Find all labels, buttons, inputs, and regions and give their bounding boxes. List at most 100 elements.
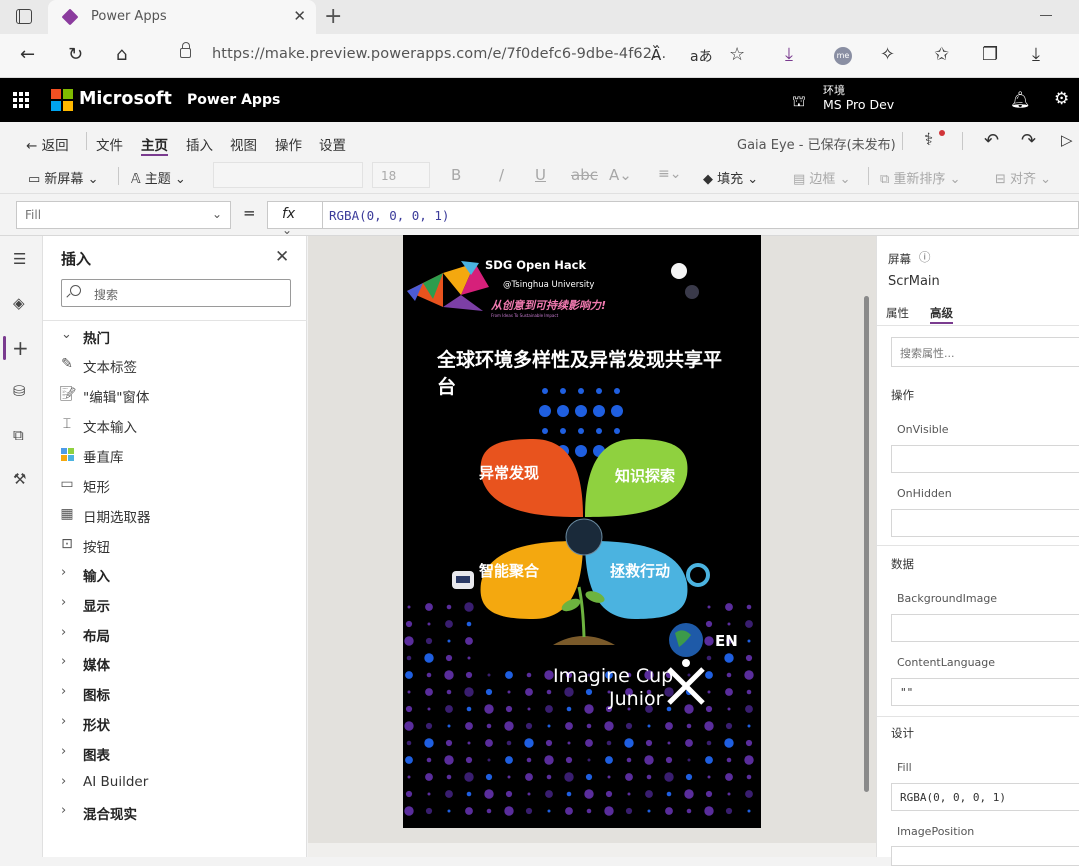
tab-properties[interactable]: 属性 — [886, 305, 909, 321]
download-app-icon[interactable]: ⤓ — [785, 44, 793, 65]
app-checker-icon[interactable]: ⚕︎ — [924, 130, 933, 150]
read-aloud-icon[interactable]: A᷈ — [651, 46, 661, 64]
notifications-icon[interactable]: 🔔︎ — [1010, 90, 1030, 109]
underline-button[interactable]: U — [535, 166, 546, 184]
preview-play-icon[interactable]: ▷ — [1061, 131, 1073, 149]
border-button[interactable]: ▤ 边框 ⌄ — [793, 168, 850, 187]
insert-text-input[interactable]: ⌶ 文本输入 — [43, 411, 307, 439]
favorite-add-icon[interactable]: ☆ — [729, 44, 745, 65]
insert-search-input[interactable]: 搜索 — [61, 279, 291, 307]
media-icon[interactable]: ⧉ — [13, 426, 24, 444]
favorites-icon[interactable]: ✩ — [934, 44, 949, 65]
decor-dot — [744, 670, 754, 680]
menu-home[interactable]: 主页 — [141, 134, 168, 156]
back-icon[interactable]: ← — [20, 44, 35, 65]
function-button[interactable]: fx ⌄ — [267, 201, 323, 237]
environment-name[interactable]: MS Pro Dev — [823, 97, 894, 112]
onvisible-input[interactable] — [891, 445, 1079, 473]
group-display[interactable]: › 显示 — [43, 590, 307, 618]
hack-subtitle: @Tsinghua University — [503, 280, 595, 290]
group-charts[interactable]: › 图表 — [43, 739, 307, 767]
petal-label-rescue[interactable]: 拯救行动 — [610, 560, 670, 581]
collections-icon[interactable]: ❐ — [982, 44, 998, 65]
strikethrough-icon[interactable]: abc — [571, 166, 598, 184]
font-size-input[interactable]: 18 — [372, 162, 430, 188]
group-media[interactable]: › 媒体 — [43, 649, 307, 677]
group-input[interactable]: › 输入 — [43, 560, 307, 588]
content-language-input[interactable]: "" — [891, 678, 1079, 706]
minimize-icon[interactable] — [1040, 15, 1052, 16]
advanced-tools-icon[interactable]: ⚒ — [13, 470, 26, 488]
app-launcher-icon[interactable] — [13, 92, 29, 108]
home-icon[interactable]: ⌂ — [116, 44, 127, 65]
new-screen-button[interactable]: ▭ 新屏幕 ⌄ — [28, 168, 98, 187]
environment-icon[interactable]: ⛫ — [792, 92, 806, 112]
insert-text-label[interactable]: ✎ 文本标签 — [43, 351, 307, 379]
text-align-icon[interactable]: ≡⌄ — [658, 166, 681, 182]
reorder-button[interactable]: ⧉ 重新排序 ⌄ — [880, 168, 960, 187]
align-button[interactable]: ⊟ 对齐 ⌄ — [995, 168, 1051, 187]
fill-button[interactable]: ◆ 填充 ⌄ — [703, 168, 758, 187]
font-color-icon[interactable]: A⌄ — [609, 166, 632, 184]
url-field[interactable]: https://make.preview.powerapps.com/e/7f0… — [212, 46, 666, 62]
downloads-icon[interactable]: ⤓ — [1032, 44, 1040, 65]
back-button[interactable]: ← 返回 — [26, 134, 69, 154]
insert-edit-form[interactable]: 📝︎ "编辑"窗体 — [43, 381, 307, 409]
menu-file[interactable]: 文件 — [96, 134, 123, 154]
insert-date-picker[interactable]: ▦ 日期选取器 — [43, 501, 307, 529]
settings-icon[interactable]: ⚙ — [1054, 89, 1069, 109]
tab-advanced[interactable]: 高级 — [930, 305, 953, 324]
menu-view[interactable]: 视图 — [230, 134, 257, 154]
group-ai-builder[interactable]: › AI Builder — [43, 769, 307, 797]
bold-button[interactable]: B — [451, 166, 461, 184]
group-popular[interactable]: ⌄ 热门 — [43, 322, 307, 350]
browser-tab[interactable]: Power Apps ✕ — [48, 0, 316, 34]
theme-button[interactable]: 𝔸 主题 ⌄ — [131, 168, 186, 187]
refresh-icon[interactable]: ↻ — [68, 44, 83, 65]
hamburger-menu-icon[interactable]: ☰ — [13, 250, 26, 268]
insert-rectangle[interactable]: ▭ 矩形 — [43, 471, 307, 499]
group-mixed-reality[interactable]: › 混合现实 — [43, 798, 307, 826]
petal-label-knowledge[interactable]: 知识探索 — [615, 465, 675, 486]
insert-button[interactable]: ⊡ 按钮 — [43, 531, 307, 559]
decor-dot — [405, 671, 413, 679]
onhidden-input[interactable] — [891, 509, 1079, 537]
group-icons[interactable]: › 图标 — [43, 679, 307, 707]
menu-insert[interactable]: 插入 — [186, 134, 213, 154]
close-icon[interactable]: ✕ — [275, 247, 289, 267]
tree-view-icon[interactable]: ◈ — [13, 294, 25, 312]
translate-icon[interactable]: aあ — [690, 46, 713, 66]
insert-icon[interactable]: + — [12, 336, 29, 360]
help-icon[interactable]: ⓘ — [919, 249, 931, 265]
menu-action[interactable]: 操作 — [275, 134, 302, 154]
undo-icon[interactable]: ↶ — [984, 130, 999, 151]
fill-input[interactable]: RGBA(0, 0, 0, 1) — [891, 783, 1079, 811]
language-toggle[interactable]: EN — [715, 632, 738, 650]
menu-settings[interactable]: 设置 — [319, 134, 346, 154]
lock-icon[interactable] — [180, 42, 191, 58]
italic-button[interactable]: / — [499, 166, 504, 184]
group-shapes[interactable]: › 形状 — [43, 709, 307, 737]
data-icon[interactable]: ⛁ — [13, 382, 26, 400]
petal-label-anomaly[interactable]: 异常发现 — [479, 462, 539, 483]
redo-icon[interactable]: ↷ — [1021, 130, 1036, 151]
formula-input[interactable]: RGBA(0, 0, 0, 1) — [322, 201, 1079, 229]
extensions-icon[interactable]: ✧ — [880, 44, 895, 65]
font-family-dropdown[interactable] — [213, 162, 363, 188]
property-search-input[interactable]: 搜索属性... — [891, 337, 1079, 367]
canvas-scrollbar[interactable] — [864, 296, 869, 792]
close-tab-icon[interactable]: ✕ — [293, 7, 306, 25]
group-layout[interactable]: › 布局 — [43, 620, 307, 648]
screen-name[interactable]: ScrMain — [888, 274, 940, 289]
property-dropdown[interactable]: Fill ⌄ — [16, 201, 231, 229]
product-name[interactable]: Power Apps — [187, 92, 280, 108]
petal-label-aggregate[interactable]: 智能聚合 — [479, 560, 539, 581]
app-screen-preview[interactable]: SDG Open Hack @Tsinghua University 从创意到可… — [403, 235, 761, 828]
tab-actions-icon[interactable] — [16, 9, 32, 24]
image-position-dropdown[interactable] — [891, 846, 1079, 866]
new-tab-icon[interactable]: + — [324, 4, 342, 29]
insert-vertical-gallery[interactable]: 垂直库 — [43, 441, 307, 469]
background-image-input[interactable] — [891, 614, 1079, 642]
profile-avatar[interactable]: me — [834, 47, 852, 65]
decor-dot — [486, 723, 492, 729]
